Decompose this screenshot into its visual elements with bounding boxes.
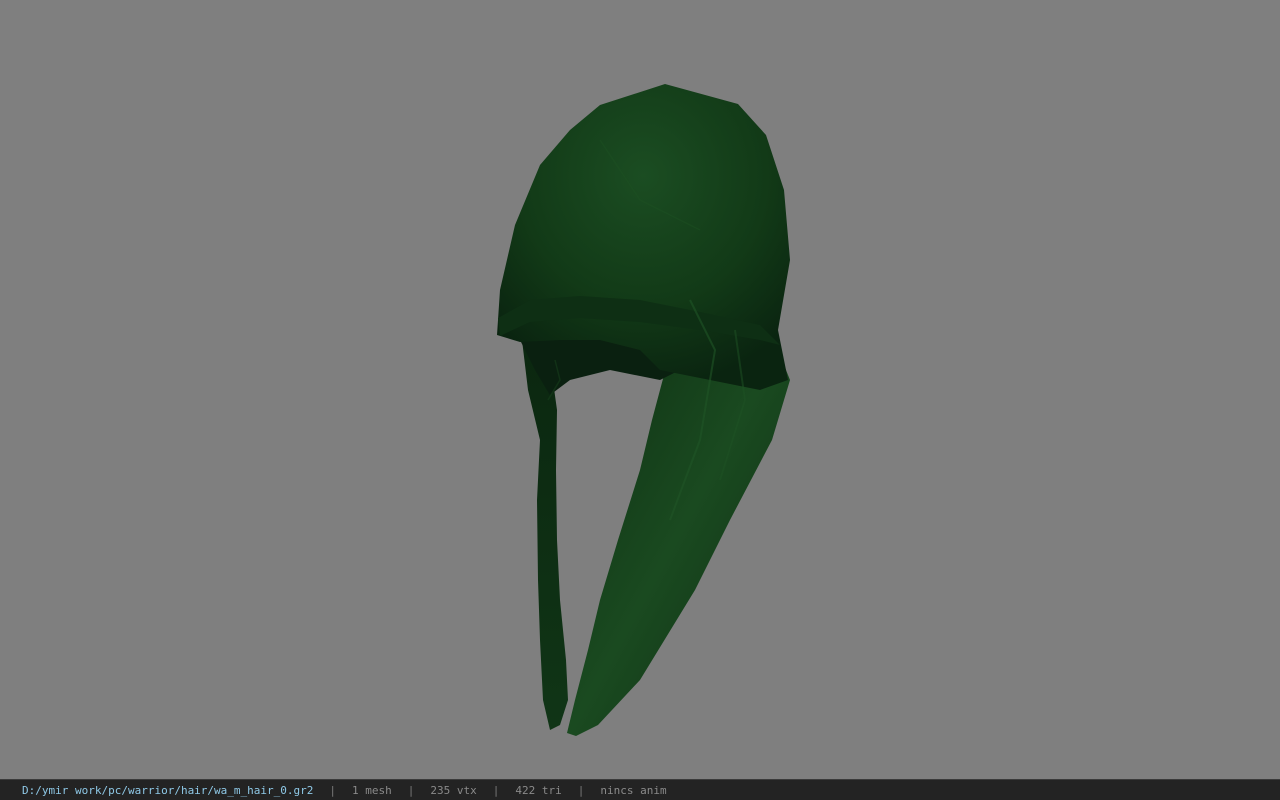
hair-model[interactable] — [0, 0, 1280, 779]
animation-status: nincs anim — [600, 783, 667, 797]
vertex-count: 235 vtx — [430, 783, 477, 797]
hood-strap-left — [522, 340, 568, 730]
status-bar: D:/ymir work/pc/warrior/hair/wa_m_hair_0… — [0, 779, 1280, 800]
triangle-count: 422 tri — [515, 783, 562, 797]
mesh-count: 1 mesh — [352, 783, 392, 797]
separator: | — [577, 783, 585, 797]
separator: | — [492, 783, 500, 797]
separator: | — [329, 783, 337, 797]
hood-tail-right — [567, 330, 790, 736]
separator: | — [407, 783, 415, 797]
file-path: D:/ymir work/pc/warrior/hair/wa_m_hair_0… — [22, 783, 314, 797]
3d-viewport[interactable] — [0, 0, 1280, 779]
